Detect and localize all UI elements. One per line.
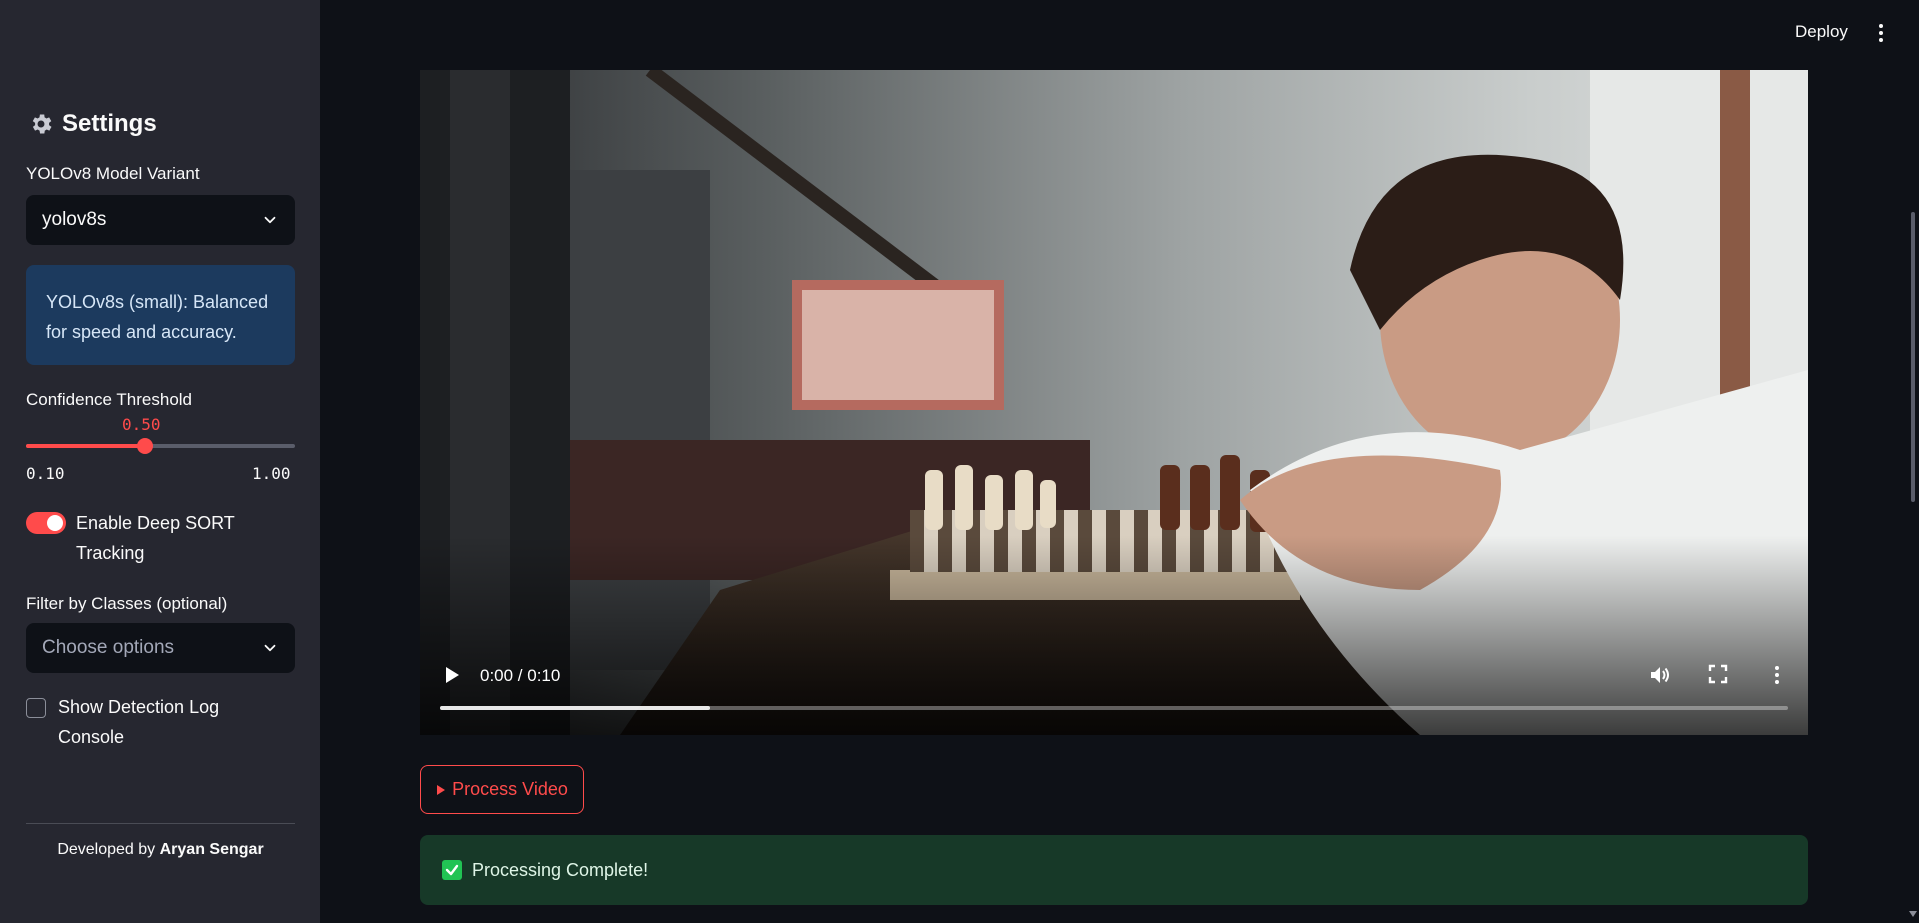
confidence-max: 1.00: [252, 464, 291, 483]
confidence-slider-fill: [26, 444, 146, 448]
video-options-icon[interactable]: [1772, 664, 1782, 686]
footer-author: Aryan Sengar: [159, 841, 264, 858]
detection-log-label: Show Detection Log Console: [58, 697, 220, 747]
sidebar-divider: [26, 823, 295, 824]
tracking-toggle-label: Enable Deep SORT Tracking: [76, 513, 235, 563]
video-progress-fill: [440, 706, 710, 710]
sidebar: Settings YOLOv8 Model Variant yolov8s YO…: [0, 0, 320, 923]
fullscreen-icon[interactable]: [1708, 664, 1728, 684]
model-variant-label: YOLOv8 Model Variant: [26, 164, 200, 183]
confidence-min: 0.10: [26, 464, 65, 483]
play-icon[interactable]: [442, 664, 462, 686]
confidence-slider[interactable]: [26, 438, 295, 454]
process-video-button[interactable]: Process Video: [420, 765, 584, 814]
video-progress-bar[interactable]: [440, 706, 1788, 710]
check-icon: [442, 860, 462, 880]
model-variant-select[interactable]: yolov8s: [26, 195, 295, 245]
tracking-toggle[interactable]: [26, 512, 66, 534]
video-player[interactable]: 0:00 / 0:10: [420, 70, 1808, 735]
scrollbar-thumb[interactable]: [1911, 212, 1915, 502]
video-time: 0:00 / 0:10: [480, 666, 561, 685]
class-filter-placeholder: Choose options: [42, 637, 175, 658]
toggle-knob: [47, 515, 63, 531]
video-frame: [420, 70, 1808, 735]
success-message: Processing Complete!: [472, 859, 649, 880]
confidence-value: 0.50: [122, 415, 161, 434]
play-triangle-icon: [437, 784, 446, 795]
model-info-box: YOLOv8s (small): Balanced for speed and …: [26, 265, 295, 365]
success-alert: Processing Complete!: [420, 835, 1808, 905]
model-variant-value: yolov8s: [42, 209, 107, 230]
chevron-down-icon: [264, 216, 276, 224]
sidebar-title-text: Settings: [62, 110, 157, 137]
more-vertical-icon[interactable]: [1872, 22, 1890, 44]
deploy-button[interactable]: Deploy: [1795, 22, 1848, 42]
footer-credit: Developed by Aryan Sengar: [26, 841, 295, 859]
scroll-down-icon[interactable]: [1909, 910, 1917, 918]
confidence-label: Confidence Threshold: [26, 390, 193, 409]
class-filter-select[interactable]: Choose options: [26, 623, 295, 673]
confidence-slider-thumb[interactable]: [137, 438, 154, 454]
process-video-label: Process Video: [452, 779, 568, 799]
detection-log-checkbox[interactable]: [26, 698, 46, 718]
class-filter-label: Filter by Classes (optional): [26, 594, 228, 613]
chevron-down-icon: [264, 644, 276, 652]
gear-icon: [32, 114, 52, 134]
sidebar-title: Settings: [28, 110, 157, 138]
footer-prefix: Developed by: [57, 841, 156, 858]
volume-icon[interactable]: [1648, 664, 1672, 686]
